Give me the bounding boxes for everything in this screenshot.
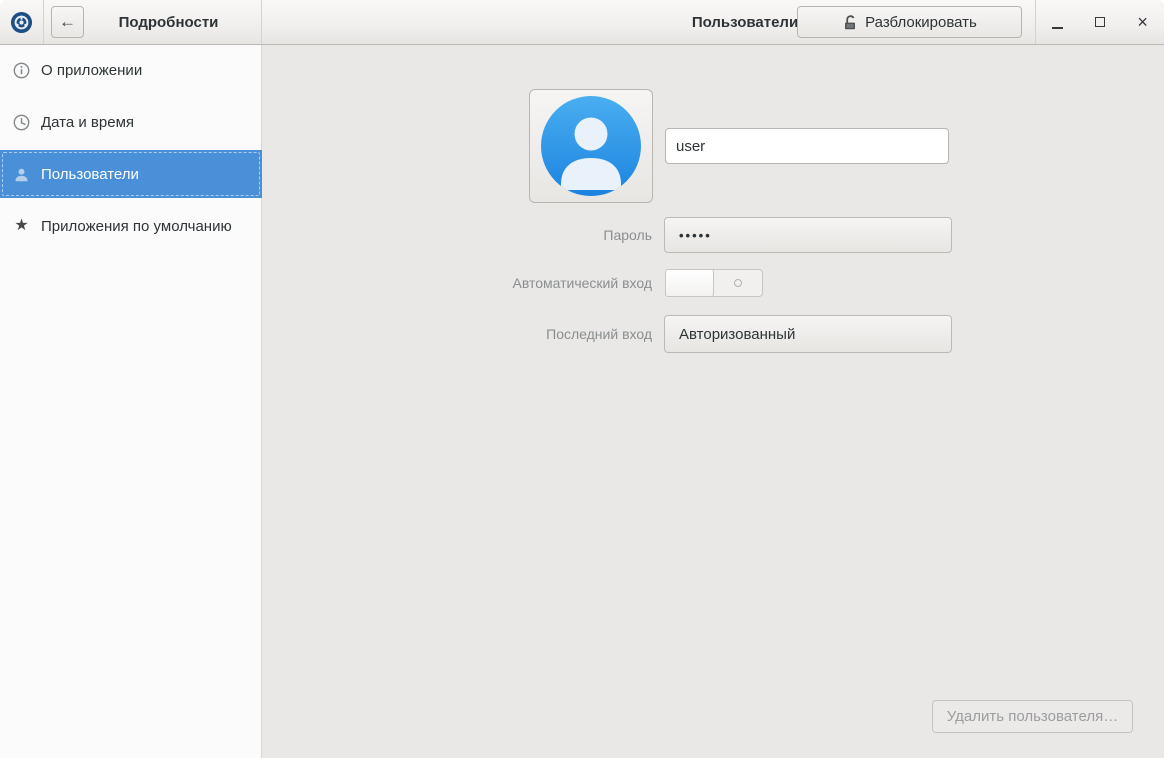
header-separator <box>43 0 44 44</box>
users-panel: Пароль ••••• Автоматический вход Последн… <box>263 45 1164 758</box>
password-label: Пароль <box>603 225 652 245</box>
user-avatar-icon <box>541 96 641 196</box>
close-button[interactable]: × <box>1128 7 1158 37</box>
delete-user-button[interactable]: Удалить пользователя… <box>932 700 1133 733</box>
last-login-label: Последний вход <box>546 324 652 344</box>
close-icon: × <box>1137 13 1148 31</box>
sidebar-item-label: Приложения по умолчанию <box>41 218 232 235</box>
password-button[interactable]: ••••• <box>664 217 952 253</box>
user-icon <box>13 166 30 183</box>
clock-icon <box>13 114 30 131</box>
minimize-icon <box>1052 27 1063 29</box>
settings-app-icon <box>10 11 33 34</box>
last-login-value: Авторизованный <box>679 326 795 343</box>
auto-login-label: Автоматический вход <box>512 273 652 293</box>
sidebar-item-label: О приложении <box>41 62 142 79</box>
minimize-button[interactable] <box>1042 7 1072 37</box>
sidebar-item-label: Пользователи <box>41 166 139 183</box>
maximize-button[interactable] <box>1085 7 1115 37</box>
sidebar-item-default-apps[interactable]: ★ Приложения по умолчанию <box>0 202 262 250</box>
sidebar-item-datetime[interactable]: Дата и время <box>0 98 262 146</box>
unlock-button-label: Разблокировать <box>865 14 977 31</box>
settings-window: ← Подробности Пользователи Разблокироват… <box>0 0 1164 758</box>
maximize-icon <box>1095 17 1105 27</box>
window-controls: × <box>1036 0 1164 44</box>
sidebar-item-label: Дата и время <box>41 114 134 131</box>
arrow-left-icon: ← <box>59 12 76 32</box>
unlock-icon <box>842 14 858 30</box>
headerbar-left-section: ← Подробности <box>0 0 262 44</box>
sidebar: О приложении Дата и время Пользователи ★ <box>0 45 262 758</box>
sidebar-item-about[interactable]: О приложении <box>0 46 262 94</box>
headerbar: ← Подробности Пользователи Разблокироват… <box>0 0 1164 45</box>
last-login-button[interactable]: Авторизованный <box>664 315 952 353</box>
username-input[interactable] <box>665 128 949 164</box>
sidebar-item-users[interactable]: Пользователи <box>0 150 262 198</box>
avatar-button[interactable] <box>529 89 653 203</box>
auto-login-switch[interactable] <box>665 269 763 297</box>
info-icon <box>13 62 30 79</box>
delete-user-label: Удалить пользователя… <box>947 708 1118 725</box>
back-button[interactable]: ← <box>51 6 84 38</box>
switch-off-icon <box>714 270 762 296</box>
password-dots: ••••• <box>679 228 712 243</box>
panel-title: Подробности <box>84 14 261 31</box>
star-icon: ★ <box>13 218 30 235</box>
unlock-button[interactable]: Разблокировать <box>797 6 1022 38</box>
switch-slider[interactable] <box>665 269 714 297</box>
